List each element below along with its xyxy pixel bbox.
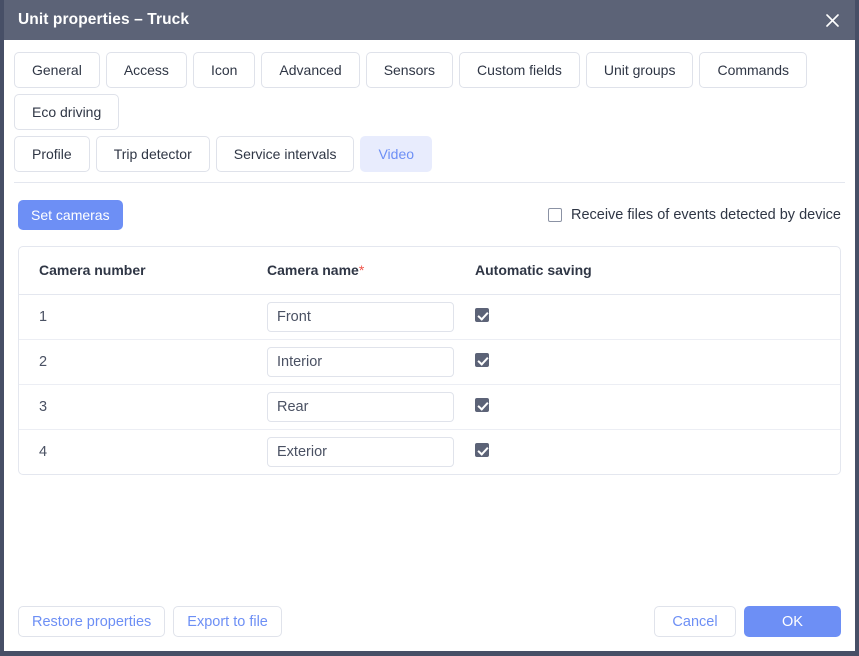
tab-icon[interactable]: Icon	[192, 52, 256, 88]
tab-row-primary: General Access Icon Advanced Sensors Custom f…	[14, 52, 845, 130]
unit-properties-dialog: Unit properties – Truck General Access Ico…	[0, 0, 859, 656]
cell-camera-name	[247, 339, 455, 385]
cell-camera-number: 4	[39, 443, 48, 460]
automatic-saving-checkbox[interactable]	[475, 307, 489, 322]
tab-profile[interactable]: Profile	[14, 136, 90, 172]
restore-properties-button[interactable]: Restore properties	[18, 606, 166, 637]
camera-name-input[interactable]	[267, 346, 454, 377]
tab-commands[interactable]: Commands	[699, 52, 808, 88]
tab-unit-groups[interactable]: Unit groups	[585, 52, 694, 88]
footer-left-actions: Restore properties Export to file	[18, 606, 282, 637]
table-row: 4	[19, 429, 840, 474]
set-cameras-button[interactable]: Set cameras	[18, 200, 123, 230]
export-to-file-button[interactable]: Export to file	[173, 606, 282, 637]
cell-automatic-saving	[455, 339, 840, 385]
cell-camera-number: 3	[19, 384, 247, 430]
cancel-button[interactable]: Cancel	[654, 606, 736, 637]
cell-camera-number: 2	[19, 339, 247, 385]
dialog-footer: Restore properties Export to file Cancel…	[4, 606, 855, 651]
header-automatic-saving: Automatic saving	[455, 247, 840, 295]
header-camera-name-text: Camera name	[267, 262, 359, 279]
automatic-saving-checkbox[interactable]	[475, 442, 489, 457]
tabs-area: General Access Icon Advanced Sensors Custom f…	[4, 40, 855, 178]
cameras-table-body: 123 4	[19, 294, 840, 474]
table-row: 2	[19, 339, 840, 385]
cell-automatic-saving	[455, 429, 840, 474]
camera-name-input[interactable]	[267, 436, 454, 467]
tab-trip-detector[interactable]: Trip detector	[95, 136, 210, 172]
receive-files-checkbox-row[interactable]: Receive files of events detected by devi…	[547, 207, 841, 223]
camera-name-input[interactable]	[267, 391, 454, 422]
cell-automatic-saving	[455, 294, 840, 340]
table-row: 3	[19, 384, 840, 430]
tab-sensors[interactable]: Sensors	[365, 52, 454, 88]
tab-advanced[interactable]: Advanced	[261, 52, 360, 88]
tab-eco-driving[interactable]: Eco driving	[14, 94, 120, 130]
ok-button[interactable]: OK	[744, 606, 841, 637]
cameras-table: Camera number Camera name* Automatic sav…	[19, 247, 840, 474]
video-toolbar: Set cameras Receive files of events dete…	[4, 183, 855, 230]
cameras-table-head: Camera number Camera name* Automatic sav…	[19, 247, 840, 295]
tab-row-secondary: Profile Trip detector Service intervals Vid…	[14, 136, 845, 172]
tab-access[interactable]: Access	[105, 52, 187, 88]
cell-camera-name	[247, 429, 455, 474]
receive-files-label: Receive files of events detected by devi…	[570, 207, 841, 223]
dialog-titlebar: Unit properties – Truck	[4, 0, 855, 40]
tab-video[interactable]: Video	[360, 136, 433, 172]
receive-files-checkbox[interactable]	[547, 208, 562, 222]
automatic-saving-checkbox[interactable]	[475, 397, 489, 412]
table-header-row: Camera number Camera name* Automatic sav…	[19, 247, 840, 295]
close-icon[interactable]	[809, 0, 855, 40]
table-row: 1	[19, 294, 840, 340]
header-camera-name: Camera name*	[247, 247, 455, 295]
footer-right-actions: Cancel OK	[654, 606, 841, 637]
tab-general[interactable]: General	[14, 52, 100, 88]
header-camera-number: Camera number	[19, 247, 247, 295]
camera-name-input[interactable]	[267, 301, 454, 332]
cell-camera-name	[247, 294, 455, 340]
cell-camera-name	[247, 384, 455, 430]
cell-camera-number: 1	[19, 294, 247, 340]
dialog-title: Unit properties – Truck	[18, 11, 190, 28]
tab-service-intervals[interactable]: Service intervals	[215, 136, 355, 172]
required-asterisk: *	[358, 262, 365, 279]
tab-custom-fields[interactable]: Custom fields	[459, 52, 580, 88]
automatic-saving-checkbox[interactable]	[475, 352, 489, 367]
cell-automatic-saving	[455, 384, 840, 430]
cameras-table-container: Camera number Camera name* Automatic sav…	[18, 246, 841, 475]
